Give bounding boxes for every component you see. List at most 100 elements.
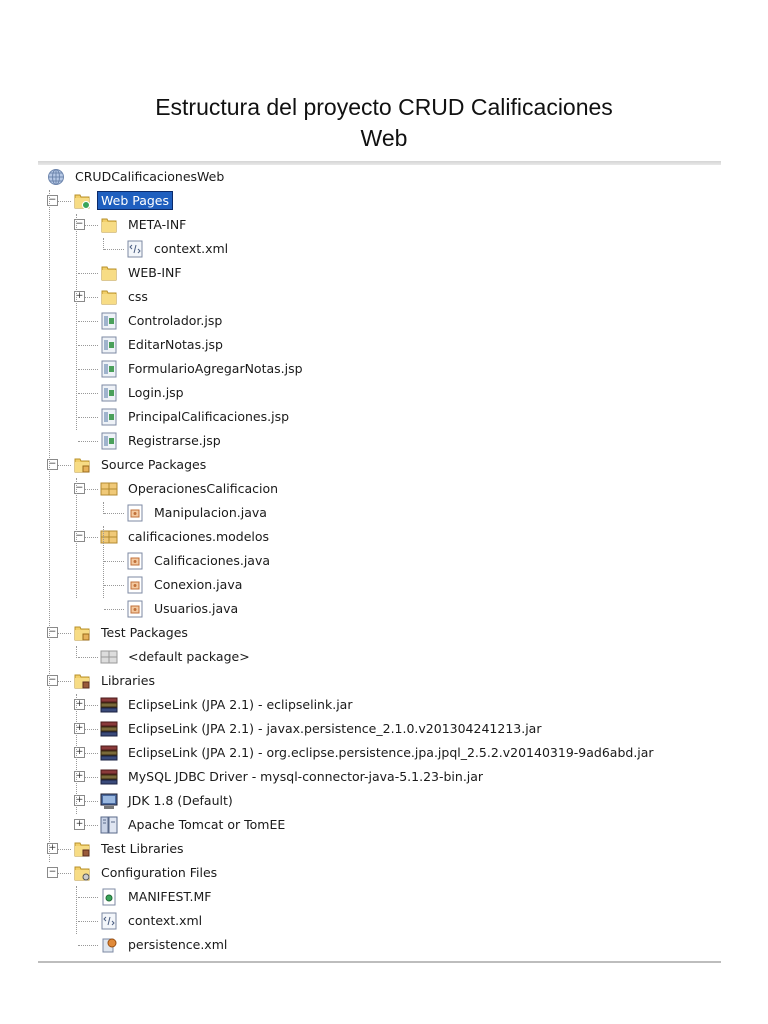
jsp-file-icon xyxy=(100,384,118,402)
web-folder-icon xyxy=(73,192,91,210)
jar-books-icon xyxy=(100,696,118,714)
tree-node-label: CRUDCalificacionesWeb xyxy=(75,169,225,184)
tree-node[interactable]: + MySQL JDBC Driver - mysql-connector-jav… xyxy=(0,766,768,788)
tree-node[interactable]: MANIFEST.MF xyxy=(0,886,768,908)
panel-top-border xyxy=(38,161,721,165)
jsp-file-icon xyxy=(100,408,118,426)
tree-node[interactable]: persistence.xml xyxy=(0,934,768,956)
xml-file-icon xyxy=(100,912,118,930)
tree-node[interactable]: context.xml xyxy=(0,910,768,932)
tree-node-label: context.xml xyxy=(154,241,229,256)
tree-connector xyxy=(78,273,98,274)
manifest-file-icon xyxy=(100,888,118,906)
tree-node[interactable]: Registrarse.jsp xyxy=(0,430,768,452)
tree-node[interactable]: EditarNotas.jsp xyxy=(0,334,768,356)
tree-node[interactable]: Conexion.java xyxy=(0,574,768,596)
tree-node-label: EclipseLink (JPA 2.1) - javax.persistenc… xyxy=(128,721,542,736)
tree-connector xyxy=(78,417,98,418)
server-icon xyxy=(100,816,118,834)
jsp-file-icon xyxy=(100,360,118,378)
tree-node[interactable]: + Apache Tomcat or TomEE xyxy=(0,814,768,836)
tree-node[interactable]: Calificaciones.java xyxy=(0,550,768,572)
tree-guide-line xyxy=(76,478,77,598)
tree-node-label: Web Pages xyxy=(97,191,173,210)
tree-node[interactable]: FormularioAgregarNotas.jsp xyxy=(0,358,768,380)
tree-connector xyxy=(78,369,98,370)
tree-node[interactable]: + JDK 1.8 (Default) xyxy=(0,790,768,812)
tree-connector xyxy=(78,441,98,442)
tree-connector xyxy=(104,249,124,250)
tree-connector xyxy=(78,921,98,922)
globe-icon xyxy=(47,168,65,186)
tree-node-label: EclipseLink (JPA 2.1) - eclipselink.jar xyxy=(128,697,353,712)
collapse-toggle[interactable]: − xyxy=(47,867,58,878)
tree-node[interactable]: − Source Packages xyxy=(0,454,768,476)
tree-node[interactable]: Usuarios.java xyxy=(0,598,768,620)
tree-node-label: EditarNotas.jsp xyxy=(128,337,223,352)
java-file-icon xyxy=(126,600,144,618)
tree-node-label: Controlador.jsp xyxy=(128,313,223,328)
library-folder-icon xyxy=(73,672,91,690)
tree-connector xyxy=(104,561,124,562)
tree-node[interactable]: − Configuration Files xyxy=(0,862,768,884)
tree-node-label: css xyxy=(128,289,148,304)
tree-node[interactable]: WEB-INF xyxy=(0,262,768,284)
tree-node[interactable]: Controlador.jsp xyxy=(0,310,768,332)
tree-node[interactable]: PrincipalCalificaciones.jsp xyxy=(0,406,768,428)
title-line-1: Estructura del proyecto CRUD Calificacio… xyxy=(155,94,613,120)
jar-books-icon xyxy=(100,720,118,738)
tree-node[interactable]: Manipulacion.java xyxy=(0,502,768,524)
tree-node[interactable]: + Test Libraries xyxy=(0,838,768,860)
tree-connector xyxy=(104,585,124,586)
tree-node[interactable]: − OperacionesCalificacion xyxy=(0,478,768,500)
tree-connector xyxy=(78,393,98,394)
library-folder-icon xyxy=(73,840,91,858)
tree-node-label: Apache Tomcat or TomEE xyxy=(128,817,286,832)
tree-node-label: <default package> xyxy=(128,649,250,664)
jar-books-icon xyxy=(100,768,118,786)
expand-toggle[interactable]: + xyxy=(74,819,85,830)
jar-books-icon xyxy=(100,744,118,762)
tree-guide-line xyxy=(103,238,104,250)
folder-icon xyxy=(100,216,118,234)
tree-node-label: Configuration Files xyxy=(101,865,218,880)
java-file-icon xyxy=(126,552,144,570)
tree-guide-line xyxy=(76,646,77,658)
tree-node[interactable]: − Libraries xyxy=(0,670,768,692)
tree-node-label: OperacionesCalificacion xyxy=(128,481,279,496)
tree-node[interactable]: CRUDCalificacionesWeb xyxy=(0,166,768,188)
tree-node[interactable]: − Test Packages xyxy=(0,622,768,644)
tree-node[interactable]: Login.jsp xyxy=(0,382,768,404)
tree-node[interactable]: − Web Pages xyxy=(0,190,768,212)
tree-node-label: JDK 1.8 (Default) xyxy=(128,793,233,808)
folder-icon xyxy=(100,264,118,282)
tree-connector xyxy=(78,897,98,898)
tree-connector xyxy=(78,321,98,322)
config-folder-icon xyxy=(73,864,91,882)
tree-guide-line xyxy=(76,214,77,430)
source-folder-icon xyxy=(73,624,91,642)
tree-guide-line xyxy=(76,694,77,814)
tree-node[interactable]: + EclipseLink (JPA 2.1) - org.eclipse.per… xyxy=(0,742,768,764)
tree-node-label: Source Packages xyxy=(101,457,207,472)
tree-node-label: META-INF xyxy=(128,217,187,232)
jdk-monitor-icon xyxy=(100,792,118,810)
title-line-2: Web xyxy=(360,125,408,151)
package-icon xyxy=(100,480,118,498)
tree-node[interactable]: + EclipseLink (JPA 2.1) - eclipselink.jar xyxy=(0,694,768,716)
tree-node-label: PrincipalCalificaciones.jsp xyxy=(128,409,290,424)
tree-node[interactable]: − META-INF xyxy=(0,214,768,236)
jsp-file-icon xyxy=(100,432,118,450)
tree-node[interactable]: context.xml xyxy=(0,238,768,260)
tree-node-label: Test Libraries xyxy=(101,841,184,856)
page-title: Estructura del proyecto CRUD Calificacio… xyxy=(0,92,768,154)
tree-connector xyxy=(78,345,98,346)
tree-node[interactable]: − calificaciones.modelos xyxy=(0,526,768,548)
tree-node[interactable]: <default package> xyxy=(0,646,768,668)
panel-bottom-border xyxy=(38,961,721,963)
tree-node[interactable]: + css xyxy=(0,286,768,308)
empty-package-icon xyxy=(100,648,118,666)
tree-node-label: calificaciones.modelos xyxy=(128,529,270,544)
tree-node[interactable]: + EclipseLink (JPA 2.1) - javax.persisten… xyxy=(0,718,768,740)
tree-node-label: WEB-INF xyxy=(128,265,182,280)
